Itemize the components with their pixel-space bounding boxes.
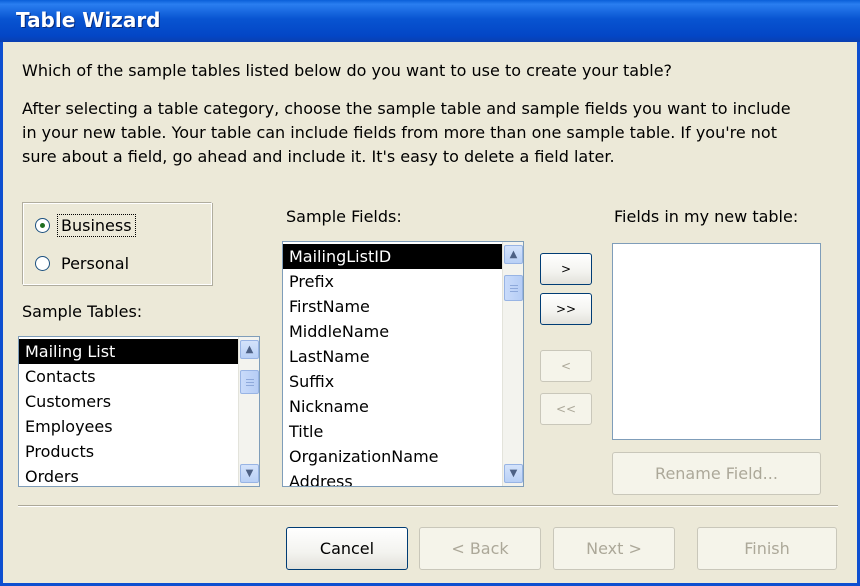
list-item[interactable]: Products [19, 439, 239, 464]
description-line: After selecting a table category, choose… [22, 99, 791, 118]
cancel-button[interactable]: Cancel [286, 527, 408, 570]
list-item[interactable]: OrganizationName [283, 444, 503, 469]
sample-tables-list[interactable]: Mailing List Contacts Customers Employee… [18, 336, 260, 487]
list-item[interactable]: LastName [283, 344, 503, 369]
separator [18, 505, 838, 507]
back-button[interactable]: < Back [419, 527, 541, 570]
scroll-up-icon[interactable]: ▲ [504, 245, 523, 264]
list-item[interactable]: FirstName [283, 294, 503, 319]
list-item[interactable]: MiddleName [283, 319, 503, 344]
vertical-scrollbar[interactable]: ▲ ▼ [238, 337, 259, 486]
vertical-scrollbar[interactable]: ▲ ▼ [502, 242, 523, 486]
list-item[interactable]: Contacts [19, 364, 239, 389]
list-item[interactable]: MailingListID [283, 244, 503, 269]
scroll-down-icon[interactable]: ▼ [240, 464, 259, 483]
scroll-up-icon[interactable]: ▲ [240, 340, 259, 359]
sample-fields-list[interactable]: MailingListID Prefix FirstName MiddleNam… [282, 241, 524, 487]
add-field-button[interactable]: > [540, 253, 592, 285]
remove-field-button[interactable]: < [540, 350, 592, 382]
radio-personal-label[interactable]: Personal [57, 254, 129, 273]
scroll-thumb[interactable] [240, 370, 259, 394]
wizard-prompt: Which of the sample tables listed below … [22, 61, 673, 80]
category-group: Business Personal [22, 202, 212, 285]
list-item[interactable]: Suffix [283, 369, 503, 394]
list-item[interactable]: Mailing List [19, 339, 239, 364]
radio-unselected-icon[interactable] [35, 256, 50, 271]
scroll-down-icon[interactable]: ▼ [504, 464, 523, 483]
remove-all-fields-button[interactable]: << [540, 393, 592, 425]
list-item[interactable]: Nickname [283, 394, 503, 419]
list-item[interactable]: Employees [19, 414, 239, 439]
sample-fields-label: Sample Fields: [286, 207, 402, 226]
list-item[interactable]: Customers [19, 389, 239, 414]
new-table-fields-list[interactable] [612, 243, 821, 440]
next-button[interactable]: Next > [553, 527, 675, 570]
new-table-fields-label: Fields in my new table: [614, 207, 799, 226]
radio-business-label[interactable]: Business [57, 214, 136, 237]
add-all-fields-button[interactable]: >> [540, 293, 592, 325]
description-line: in your new table. Your table can includ… [22, 123, 777, 142]
radio-business[interactable]: Business [35, 214, 136, 237]
list-item[interactable]: Prefix [283, 269, 503, 294]
list-item[interactable]: Title [283, 419, 503, 444]
finish-button[interactable]: Finish [697, 527, 837, 570]
list-item[interactable]: Address [283, 469, 503, 486]
sample-tables-label: Sample Tables: [22, 302, 143, 321]
description-line: sure about a field, go ahead and include… [22, 147, 615, 166]
radio-selected-icon[interactable] [35, 218, 50, 233]
scroll-thumb[interactable] [504, 275, 523, 301]
radio-personal[interactable]: Personal [35, 254, 129, 273]
wizard-description: After selecting a table category, choose… [22, 97, 852, 169]
window-title: Table Wizard [16, 8, 161, 32]
title-bar[interactable]: Table Wizard [0, 0, 860, 42]
list-item[interactable]: Orders [19, 464, 239, 486]
rename-field-button[interactable]: Rename Field... [612, 452, 821, 495]
